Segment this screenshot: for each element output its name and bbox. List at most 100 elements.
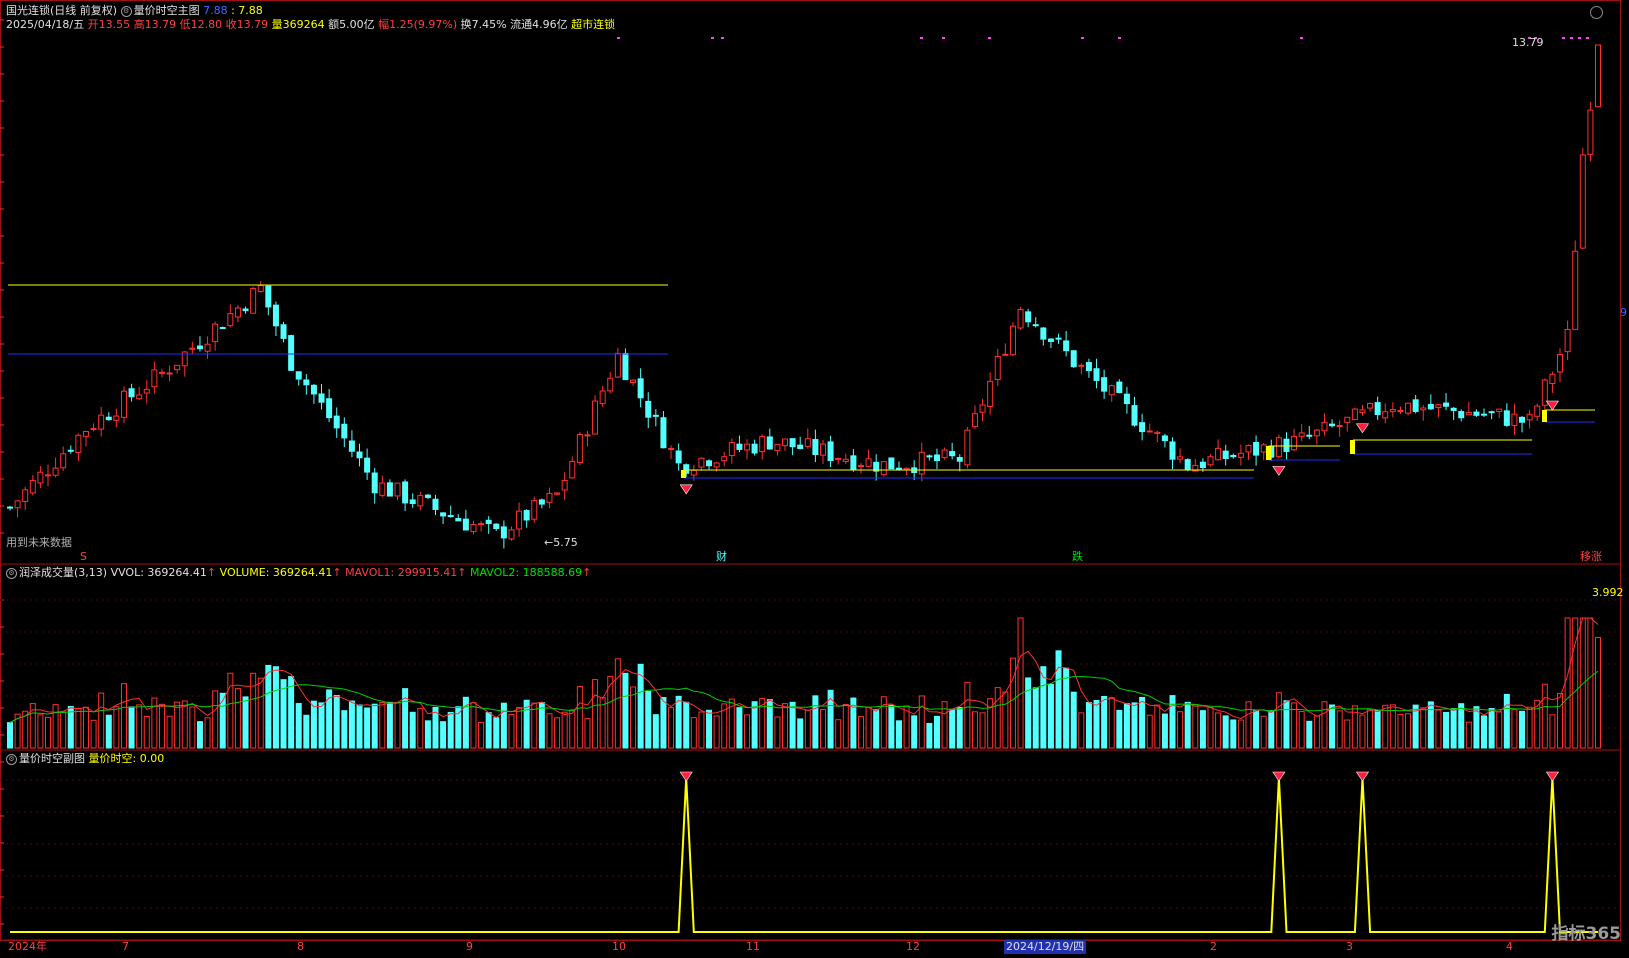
- candle-body: [1230, 454, 1237, 458]
- volume-bar: [1040, 666, 1047, 749]
- volume-bar: [136, 704, 143, 749]
- chart-canvas[interactable]: [0, 0, 1629, 958]
- candle-body: [82, 431, 89, 437]
- signal-dot: [721, 37, 724, 39]
- volume-bar: [1519, 710, 1526, 749]
- candle-body: [136, 394, 143, 400]
- candle-body: [1511, 413, 1518, 426]
- volume-bar: [52, 704, 59, 749]
- volume-bar: [371, 703, 378, 749]
- period-mode[interactable]: (日线 前复权): [50, 4, 117, 17]
- volume-bar: [797, 718, 804, 749]
- candle-body: [926, 455, 933, 458]
- window-control-icon[interactable]: [1590, 6, 1603, 19]
- candle-body: [204, 343, 211, 352]
- candle-body: [1123, 393, 1130, 405]
- volume-bar: [903, 705, 910, 749]
- candle-body: [1503, 410, 1510, 426]
- volume-bar: [158, 703, 165, 749]
- candle-body: [706, 460, 713, 467]
- indicator-name[interactable]: 量价时空主图: [134, 4, 200, 17]
- candle-body: [1397, 409, 1404, 412]
- candle-body: [371, 472, 378, 494]
- volume-bar: [576, 685, 583, 749]
- volume-bar: [1199, 710, 1206, 749]
- time-axis-label-0: 2024年: [8, 940, 47, 953]
- candle-body: [212, 323, 219, 343]
- candle-body: [1047, 338, 1054, 342]
- vvol-value: VVOL: 369264.41: [110, 566, 207, 579]
- indicator-toggle-icon[interactable]: ⚙: [120, 5, 132, 17]
- candle-body: [143, 388, 150, 394]
- candle-body: [1237, 452, 1244, 458]
- sector-tag[interactable]: 超市连锁: [571, 18, 615, 31]
- header-row-1: 国光连锁(日线 前复权) ⚙ 量价时空主图 7.88 : 7.88: [6, 4, 263, 18]
- event-marker-yizhang[interactable]: 移涨: [1580, 550, 1602, 564]
- volume-bar: [554, 717, 561, 749]
- candle-body: [531, 499, 538, 520]
- volume-toggle-icon[interactable]: ⚙: [6, 567, 17, 579]
- candle-body: [455, 518, 462, 522]
- signal-dot: [617, 37, 620, 39]
- signal-dot: [1586, 37, 1589, 39]
- signal-peak-gem-icon: [1272, 771, 1286, 782]
- candle-body: [1184, 459, 1191, 470]
- candle-body: [933, 454, 940, 462]
- volume-bar: [204, 717, 211, 749]
- volume-bar: [196, 721, 203, 749]
- signal-value: 量价时空: 0.00: [88, 752, 165, 765]
- candle-body: [1595, 44, 1601, 108]
- volume-bar: [455, 706, 462, 749]
- volume-bar: [538, 702, 545, 749]
- volume-bar: [1595, 637, 1601, 749]
- volume-bar: [470, 702, 477, 749]
- candle-body: [1298, 432, 1305, 437]
- quote-close: 13.79: [236, 18, 269, 31]
- volume-bar: [994, 687, 1001, 749]
- candle-body: [1579, 154, 1586, 249]
- volume-bar: [979, 712, 986, 749]
- candle-body: [895, 467, 902, 471]
- candle-body: [1199, 461, 1206, 468]
- volume-bar: [1374, 709, 1381, 749]
- volume-bar: [895, 720, 902, 749]
- candle-body: [569, 460, 576, 479]
- event-marker-s[interactable]: S: [80, 550, 87, 564]
- candle-body: [196, 345, 203, 350]
- candle-body: [1443, 402, 1450, 407]
- candle-body: [1488, 411, 1495, 414]
- candle-body: [1526, 413, 1533, 421]
- mavol1-value: MAVOL1: 299915.41: [345, 566, 458, 579]
- volume-bar: [234, 688, 241, 749]
- volume-bar: [447, 711, 454, 749]
- event-marker-die[interactable]: 跌: [1072, 550, 1083, 564]
- volume-bar: [1359, 714, 1366, 749]
- signal-dot: [1570, 37, 1573, 39]
- candle-body: [485, 519, 492, 525]
- volume-bar: [1465, 721, 1472, 749]
- signal-indicator-title[interactable]: 量价时空副图: [19, 752, 85, 765]
- volume-bar: [956, 707, 963, 749]
- candle-body: [1260, 444, 1267, 453]
- volume-bar: [690, 717, 697, 749]
- event-marker-cai[interactable]: 财: [716, 550, 727, 564]
- box-marker: [1350, 440, 1355, 454]
- candle-body: [470, 524, 477, 533]
- stock-name[interactable]: 国光连锁: [6, 4, 50, 17]
- volume-bar: [592, 679, 599, 749]
- volume-bar: [348, 700, 355, 749]
- volume-bar: [751, 701, 758, 749]
- candle-body: [1382, 411, 1389, 419]
- candle-body: [1215, 447, 1222, 461]
- volume-indicator-title[interactable]: 润泽成交量: [19, 566, 74, 579]
- signal-line: [10, 777, 1598, 933]
- volume-bar: [1587, 617, 1594, 749]
- signal-toggle-icon[interactable]: ⚙: [6, 753, 17, 765]
- candle-body: [576, 434, 583, 464]
- candle-body: [1253, 441, 1260, 456]
- volume-bar: [569, 709, 576, 749]
- volume-bar: [1146, 714, 1153, 749]
- time-axis-label-4: 10: [612, 940, 626, 953]
- volume-bar: [1070, 691, 1077, 749]
- volume-bar: [1344, 719, 1351, 749]
